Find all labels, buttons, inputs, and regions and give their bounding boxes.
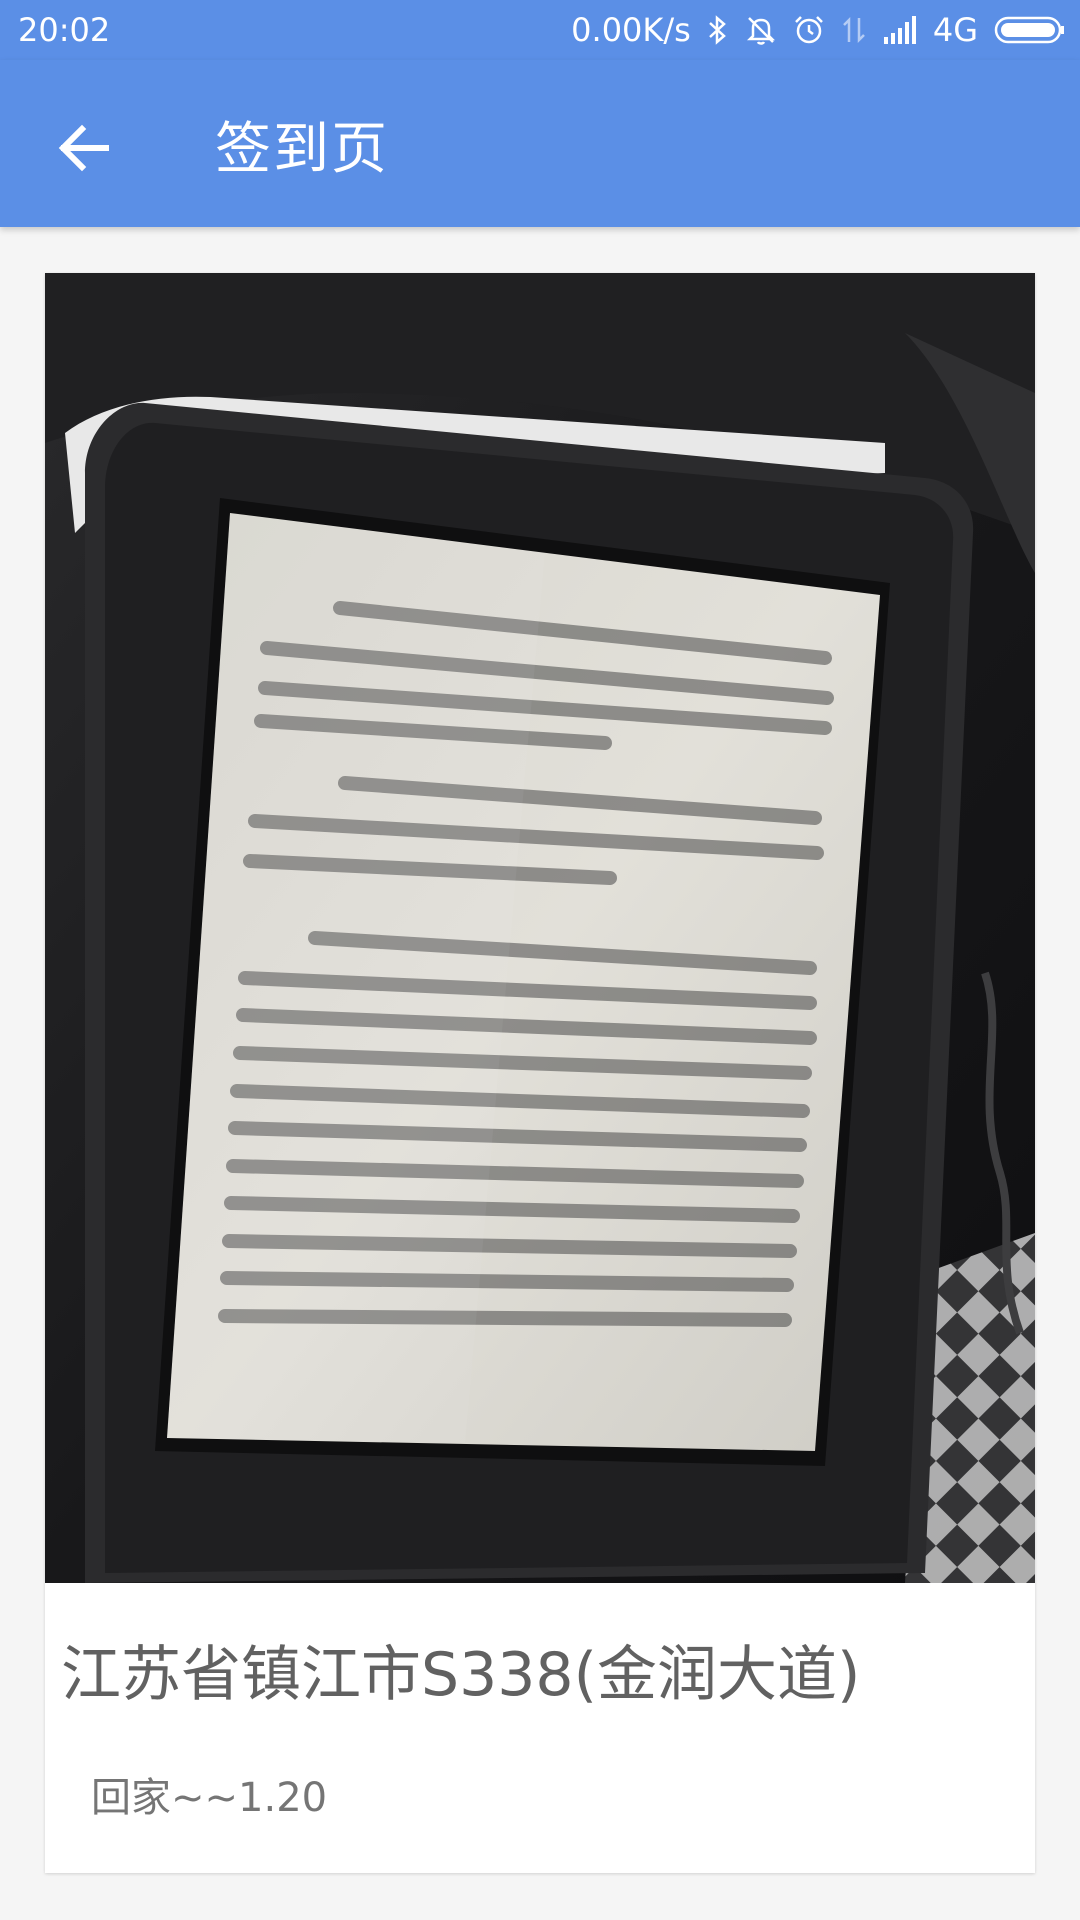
net-speed: 0.00K/s [571,11,691,49]
checkin-note: 回家~~1.20 [91,1775,328,1821]
data-transfer-icon [841,14,867,46]
signal-icon [883,15,917,45]
network-type: 4G [932,11,978,49]
status-time: 20:02 [18,11,111,49]
checkin-location: 江苏省镇江市S338(金润大道) [61,1640,861,1710]
back-button[interactable] [44,110,124,190]
bell-muted-icon [745,14,777,46]
app-bar: 签到页 [0,60,1080,227]
checkin-photo[interactable] [45,273,1035,1583]
arrow-left-icon [58,124,110,176]
alarm-icon [793,14,825,46]
battery-icon [994,15,1066,45]
bluetooth-icon [707,14,729,46]
status-icons: 0.00K/s 4G [571,10,1066,50]
page-title: 签到页 [215,117,389,182]
status-bar: 20:02 0.00K/s 4G [0,0,1080,60]
checkin-card[interactable]: 江苏省镇江市S338(金润大道) 回家~~1.20 [45,273,1035,1873]
